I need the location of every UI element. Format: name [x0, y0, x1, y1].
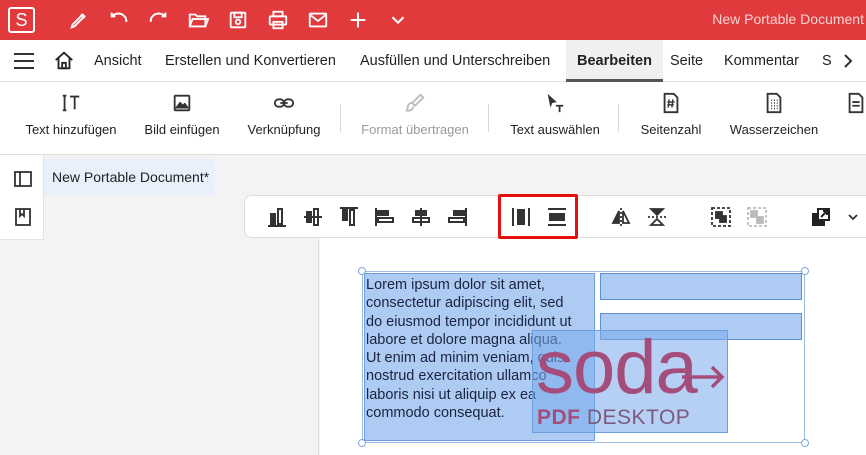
ribbon-separator	[488, 104, 489, 132]
cursor-text-icon	[547, 93, 564, 113]
align-middle-icon[interactable]	[302, 206, 324, 228]
open-folder-icon[interactable]	[186, 8, 210, 32]
format-painter-label: Format übertragen	[361, 122, 469, 137]
align-left-icon[interactable]	[374, 206, 396, 228]
align-bottom-icon[interactable]	[266, 206, 288, 228]
desktop-text: DESKTOP	[580, 406, 691, 429]
link-icon	[273, 98, 295, 108]
link-label: Verknüpfung	[247, 122, 321, 137]
page-number-icon	[663, 92, 679, 114]
tab-ausfuellen-und-unterschreiben[interactable]: Ausfüllen und Unterschreiben	[360, 40, 550, 82]
save-icon[interactable]	[226, 8, 250, 32]
undo-icon[interactable]	[107, 8, 131, 32]
chevron-down-icon[interactable]	[846, 206, 860, 228]
add-text-label: Text hinzufügen	[25, 122, 117, 137]
redo-icon[interactable]	[146, 8, 170, 32]
align-center-icon[interactable]	[410, 206, 432, 228]
app-logo[interactable]: S	[8, 7, 35, 33]
menu-bar: Ansicht Erstellen und Konvertieren Ausfü…	[0, 40, 866, 82]
left-rail	[0, 155, 44, 240]
document-icon	[848, 92, 864, 114]
watermark-label: Wasserzeichen	[729, 122, 819, 137]
format-painter-button[interactable]: Format übertragen	[358, 92, 472, 148]
tab-ansicht[interactable]: Ansicht	[94, 40, 142, 82]
flip-horizontal-icon[interactable]	[610, 206, 632, 228]
ribbon-separator	[340, 104, 341, 132]
link-button[interactable]: Verknüpfung	[244, 92, 324, 148]
ribbon-toolbar: Text hinzufügen Bild einfügen Verknüpfun…	[0, 82, 866, 155]
text-line: consectetur adipiscing elit, sed	[366, 295, 564, 312]
chevron-down-icon[interactable]	[386, 8, 410, 32]
brush-icon	[405, 93, 425, 112]
chevron-right-icon[interactable]	[840, 52, 856, 70]
ribbon-separator	[618, 104, 619, 132]
page-number-button[interactable]: Seitenzahl	[636, 92, 706, 148]
select-text-button[interactable]: Text auswählen	[508, 92, 602, 148]
pen-icon[interactable]	[67, 8, 91, 32]
left-pane	[0, 240, 319, 455]
print-icon[interactable]	[266, 8, 290, 32]
bring-to-front-icon[interactable]	[810, 206, 832, 228]
ungroup-icon[interactable]	[746, 206, 768, 228]
tab-kommentar[interactable]: Kommentar	[724, 40, 799, 82]
select-text-label: Text auswählen	[510, 122, 600, 137]
more-ribbon-button[interactable]	[845, 92, 866, 148]
watermark-icon	[766, 92, 782, 114]
mail-icon[interactable]	[306, 8, 330, 32]
image-icon	[173, 94, 191, 112]
logo-arrow-icon	[682, 365, 725, 389]
align-right-icon[interactable]	[446, 206, 468, 228]
window-title: New Portable Document	[712, 11, 864, 27]
resize-handle[interactable]	[801, 439, 809, 447]
soda-logo-text: soda	[536, 325, 698, 410]
text-cursor-icon	[62, 94, 80, 112]
pdf-desktop-text: PDF DESKTOP	[537, 406, 690, 430]
watermark-button[interactable]: Wasserzeichen	[724, 92, 824, 148]
tab-bearbeiten[interactable]: Bearbeiten	[566, 40, 663, 82]
pdf-text: PDF	[537, 406, 581, 429]
panel-toggle-icon[interactable]	[13, 169, 33, 189]
tab-erstellen-und-konvertieren[interactable]: Erstellen und Konvertieren	[165, 40, 336, 82]
add-text-button[interactable]: Text hinzufügen	[22, 92, 120, 148]
home-icon[interactable]	[53, 50, 75, 72]
title-bar: S New Portable Document	[0, 0, 866, 40]
form-field[interactable]	[600, 273, 802, 300]
bookmark-icon[interactable]	[13, 207, 33, 227]
resize-handle[interactable]	[801, 267, 809, 275]
text-line: Lorem ipsum dolor sit amet,	[366, 277, 545, 293]
page-number-label: Seitenzahl	[640, 122, 702, 137]
hamburger-menu-icon[interactable]	[13, 52, 35, 70]
group-icon[interactable]	[710, 206, 732, 228]
document-tab[interactable]: New Portable Document*	[44, 159, 215, 195]
add-image-label: Bild einfügen	[144, 122, 220, 137]
highlight-box	[498, 194, 578, 239]
flip-vertical-icon[interactable]	[646, 206, 668, 228]
plus-icon[interactable]	[346, 8, 370, 32]
tab-truncated[interactable]: S	[822, 40, 834, 82]
align-top-icon[interactable]	[338, 206, 360, 228]
add-image-button[interactable]: Bild einfügen	[142, 92, 222, 148]
tab-seite[interactable]: Seite	[670, 40, 703, 82]
